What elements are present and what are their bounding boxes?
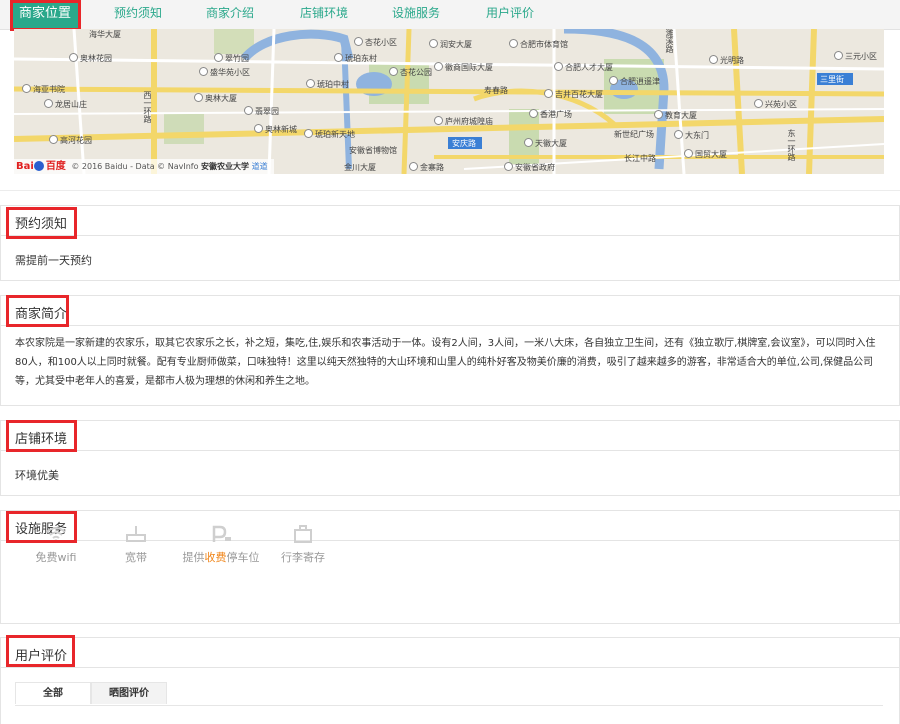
map-label: 金寨路 <box>409 162 444 173</box>
facility-label: 行李寄存 <box>281 551 325 564</box>
map-label: 合肥市体育馆 <box>509 39 568 50</box>
map-label: 三元小区 <box>834 51 877 62</box>
map-label: 濉溪路 <box>665 29 674 53</box>
map-label: 庐州府城隍庙 <box>434 116 493 127</box>
map-label: 教育大厦 <box>654 110 697 121</box>
tab-facilities[interactable]: 设施服务 <box>386 0 446 29</box>
facility-label: 宽带 <box>125 551 147 564</box>
review-tab-photos[interactable]: 晒图评价 <box>91 682 167 704</box>
map-label: 润安大厦 <box>429 39 472 50</box>
map-divider <box>0 190 900 191</box>
map-label: 光明路 <box>709 55 744 66</box>
map-label: 兴苑小区 <box>754 99 797 110</box>
introduction-panel: 商家简介 本农家院是一家新建的农家乐，取其它农家乐之长，补之短，集吃,住,娱乐和… <box>0 295 900 406</box>
map-label: 合肥人才大厦 <box>554 62 613 73</box>
map-label: 大东门 <box>674 130 709 141</box>
map-label: 翠竹园 <box>214 53 249 64</box>
map-label: 香港广场 <box>529 109 572 120</box>
map-label: 海亚书院 <box>22 84 65 95</box>
map-label: 琥珀新天地 <box>304 129 355 140</box>
charge-highlight: 收费 <box>204 551 227 564</box>
tab-environment[interactable]: 店铺环境 <box>294 0 354 29</box>
facility-label: 免费wifi <box>35 551 77 564</box>
tab-booking-notice[interactable]: 预约须知 <box>108 0 168 29</box>
parking-icon <box>212 525 231 542</box>
map-label: 龙居山庄 <box>44 99 87 110</box>
map-attribution-overlay: 安徽农业大学 <box>201 162 250 171</box>
facility-item-wifi: 免费wifi <box>21 525 91 565</box>
facility-label: 提供收费停车位 <box>182 551 260 564</box>
map-label: 徽商国际大厦 <box>434 62 493 73</box>
map-label: 新世纪广场 <box>614 130 654 139</box>
booking-notice-content: 需提前一天预约 <box>15 254 92 267</box>
environment-title: 店铺环境 <box>15 432 68 447</box>
booking-notice-title: 预约须知 <box>15 217 68 232</box>
map-label: 盛华苑小区 <box>199 67 250 78</box>
environment-content: 环境优美 <box>15 469 59 482</box>
map-label: 吉井百花大厦 <box>544 89 603 100</box>
location-map[interactable]: 奥林花园 翠竹园 盛华苑小区 海亚书院 龙居山庄 西一环路 奥林大厦 翡翠园 奥… <box>14 29 884 174</box>
map-label: 奥林花园 <box>69 53 112 64</box>
map-label: 奥林新城 <box>254 124 297 135</box>
panel-header: 预约须知 <box>1 206 899 236</box>
introduction-content: 本农家院是一家新建的农家乐，取其它农家乐之长，补之短，集吃,住,娱乐和农事活动于… <box>15 338 876 387</box>
map-label: 合肥逍遥津 <box>609 76 660 87</box>
baidu-paw-icon <box>33 161 44 171</box>
tab-introduction[interactable]: 商家介绍 <box>200 0 260 29</box>
panel-header: 用户评价 <box>1 638 899 668</box>
review-filter-tabs: 全部 晒图评价 <box>15 682 883 706</box>
panel-header: 店铺环境 <box>1 421 899 451</box>
facilities-panel: 设施服务 免费wifi 宽带 提供收费停车位 行李寄存 <box>0 510 900 624</box>
facility-item-luggage: 行李寄存 <box>273 525 333 565</box>
map-label: 天徽大厦 <box>524 138 567 149</box>
facility-item-parking: 提供收费停车位 <box>181 525 261 565</box>
map-label: 杏花小区 <box>354 37 397 48</box>
panel-header: 商家简介 <box>1 296 899 326</box>
introduction-title: 商家简介 <box>15 307 68 322</box>
map-label: 翡翠园 <box>244 106 279 117</box>
map-label: 高河花园 <box>49 135 92 146</box>
review-tab-all[interactable]: 全部 <box>15 682 91 704</box>
map-label: 琥珀东村 <box>334 53 377 64</box>
tab-reviews[interactable]: 用户评价 <box>480 0 540 29</box>
wifi-icon <box>46 527 66 543</box>
reviews-title: 用户评价 <box>15 649 68 664</box>
facility-item-broadband: 宽带 <box>111 525 161 565</box>
booking-notice-panel: 预约须知 需提前一天预约 <box>0 205 900 281</box>
section-nav: 商家位置 预约须知 商家介绍 店铺环境 设施服务 用户评价 <box>0 0 900 30</box>
map-label: 西一环路 <box>143 91 152 123</box>
map-label: 奥林大厦 <box>194 93 237 104</box>
map-label: 三里街 <box>820 75 844 84</box>
map-label: 安徽省政府 <box>504 162 555 173</box>
map-label: 海华大厦 <box>89 30 121 39</box>
map-label: 长江中路 <box>624 154 656 163</box>
baidu-logo: Bai 百度 <box>16 161 66 172</box>
map-label: 安庆路 <box>452 139 476 148</box>
tab-location[interactable]: 商家位置 <box>12 0 78 29</box>
map-label: 金川大厦 <box>344 163 376 172</box>
map-label: 东一环路 <box>787 129 796 161</box>
map-label: 杏花公园 <box>389 67 432 78</box>
reviews-panel: 用户评价 全部 晒图评价 <box>0 637 900 724</box>
map-label: 国贸大厦 <box>684 149 727 160</box>
broadband-icon <box>126 526 146 542</box>
map-label: 琥珀中村 <box>306 79 349 90</box>
environment-panel: 店铺环境 环境优美 <box>0 420 900 496</box>
map-label: 寿春路 <box>484 86 508 95</box>
map-label: 安徽省博物馆 <box>349 146 397 155</box>
luggage-icon <box>294 525 312 543</box>
map-attribution: Bai 百度 © 2016 Baidu - Data © NavInfo 安徽农业… <box>14 159 274 174</box>
map-attribution-text: © 2016 Baidu - Data © NavInfo <box>71 162 199 171</box>
